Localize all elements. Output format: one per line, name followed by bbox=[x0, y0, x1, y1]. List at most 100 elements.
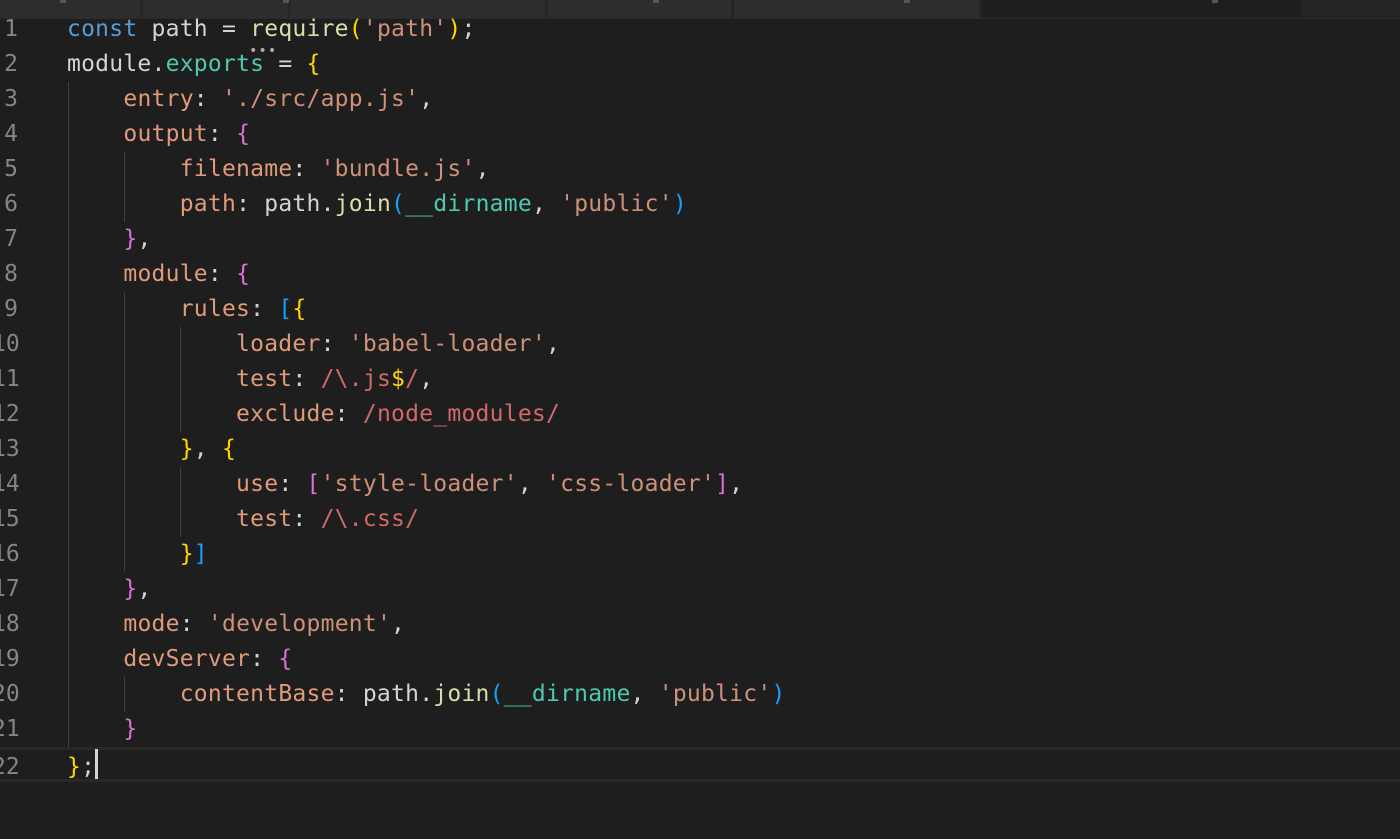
code-token: } bbox=[67, 754, 82, 780]
code-token: ; bbox=[461, 16, 476, 42]
line-number: 12 bbox=[0, 401, 20, 427]
code-token: const bbox=[67, 16, 138, 42]
code-text: loader: 'babel-loader', bbox=[67, 327, 560, 362]
code-token: [ bbox=[278, 296, 293, 322]
code-token: : path. bbox=[334, 681, 434, 707]
code-token: join bbox=[433, 681, 490, 707]
code-text: module: { bbox=[67, 257, 250, 292]
code-line[interactable]: 22}; bbox=[0, 747, 1400, 782]
code-text: }, bbox=[67, 572, 152, 607]
code-line[interactable]: 10 loader: 'babel-loader', bbox=[0, 327, 1400, 362]
code-token: 'public' bbox=[560, 191, 673, 217]
code-text: test: /\.css/ bbox=[67, 502, 419, 537]
code-line[interactable]: 20 contentBase: path.join(__dirname, 'pu… bbox=[0, 677, 1400, 712]
code-line[interactable]: 13 }, { bbox=[0, 432, 1400, 467]
code-line[interactable]: 9 rules: [{ bbox=[0, 292, 1400, 327]
code-token: /\.css/ bbox=[320, 506, 420, 532]
code-text: } bbox=[67, 712, 137, 747]
code-token: } bbox=[179, 436, 194, 462]
code-token: : bbox=[292, 156, 321, 182]
code-token: 'style-loader' bbox=[320, 471, 518, 497]
code-line[interactable]: 3 entry: './src/app.js', bbox=[0, 82, 1400, 117]
line-number: 3 bbox=[4, 86, 18, 112]
code-token: mode bbox=[123, 611, 180, 637]
code-token: __dirname bbox=[503, 681, 631, 707]
code-line[interactable]: 8 module: { bbox=[0, 257, 1400, 292]
code-token: { bbox=[221, 436, 237, 462]
code-token: : bbox=[292, 506, 321, 532]
code-line[interactable]: 4 output: { bbox=[0, 117, 1400, 152]
code-editor[interactable]: 1 const path = require('path'); 2 module.ex… bbox=[0, 12, 1400, 839]
code-token: './src/app.js' bbox=[221, 86, 420, 112]
code-line[interactable]: 17 }, bbox=[0, 572, 1400, 607]
code-line[interactable]: 5 filename: 'bundle.js', bbox=[0, 152, 1400, 187]
code-token: { bbox=[306, 51, 321, 77]
code-line[interactable]: 11 test: /\.js$/, bbox=[0, 362, 1400, 397]
code-token: : bbox=[207, 261, 237, 287]
line-number: 4 bbox=[4, 121, 18, 147]
code-token: } bbox=[179, 541, 194, 567]
code-token: ( bbox=[348, 16, 363, 42]
line-number: 19 bbox=[0, 646, 20, 672]
code-token: 'development' bbox=[207, 611, 392, 637]
code-token: test bbox=[236, 366, 293, 392]
code-token: filename bbox=[179, 156, 293, 182]
code-line[interactable]: 16 }] bbox=[0, 537, 1400, 572]
code-text: filename: 'bundle.js', bbox=[67, 152, 490, 187]
code-token: { bbox=[236, 261, 251, 287]
code-line[interactable]: 18 mode: 'development', bbox=[0, 607, 1400, 642]
code-line[interactable]: 15 test: /\.css/ bbox=[0, 502, 1400, 537]
code-line[interactable]: 1 const path = require('path'); bbox=[0, 12, 1400, 47]
code-token: ; bbox=[81, 754, 96, 780]
code-text: }, bbox=[67, 222, 152, 257]
code-token: ) bbox=[771, 681, 786, 707]
code-text: contentBase: path.join(__dirname, 'publi… bbox=[67, 677, 786, 712]
code-token: 'bundle.js' bbox=[320, 156, 476, 182]
code-text: module.exports = { bbox=[67, 47, 321, 82]
code-token: , bbox=[531, 191, 561, 217]
line-number: 7 bbox=[4, 226, 18, 252]
hint-squiggle: ••• bbox=[249, 43, 278, 59]
code-line[interactable]: 6 path: path.join(__dirname, 'public') bbox=[0, 187, 1400, 222]
code-text: }, { bbox=[67, 432, 236, 467]
code-token: : bbox=[320, 331, 349, 357]
code-token: 'babel-loader' bbox=[348, 331, 546, 357]
code-line[interactable]: 21 } bbox=[0, 712, 1400, 747]
code-line[interactable]: 14 use: ['style-loader', 'css-loader'], bbox=[0, 467, 1400, 502]
code-line[interactable]: 2 module.exports = { bbox=[0, 47, 1400, 82]
code-token: output bbox=[123, 121, 208, 147]
code-line[interactable]: 19 devServer: { bbox=[0, 642, 1400, 677]
code-line[interactable]: 7 }, bbox=[0, 222, 1400, 257]
line-number: 2 bbox=[4, 51, 18, 77]
code-token: /\.js bbox=[320, 366, 392, 392]
line-number: 15 bbox=[0, 506, 20, 532]
code-token: ( bbox=[489, 681, 504, 707]
code-token: { bbox=[292, 296, 307, 322]
code-token: devServer bbox=[123, 646, 251, 672]
code-token: join bbox=[334, 191, 392, 217]
code-text: }; bbox=[67, 750, 95, 785]
code-line[interactable]: 12 exclude: /node_modules/ bbox=[0, 397, 1400, 432]
code-token: [ bbox=[306, 471, 321, 497]
line-number: 13 bbox=[0, 436, 20, 462]
code-token: module bbox=[123, 261, 208, 287]
line-number: 8 bbox=[4, 261, 18, 287]
code-token: loader bbox=[236, 331, 321, 357]
code-token: } bbox=[123, 226, 138, 252]
code-token: 'public' bbox=[658, 681, 772, 707]
line-number: 6 bbox=[4, 191, 18, 217]
code-token: test bbox=[236, 506, 293, 532]
code-token: module. bbox=[67, 51, 166, 77]
line-number: 17 bbox=[0, 576, 20, 602]
